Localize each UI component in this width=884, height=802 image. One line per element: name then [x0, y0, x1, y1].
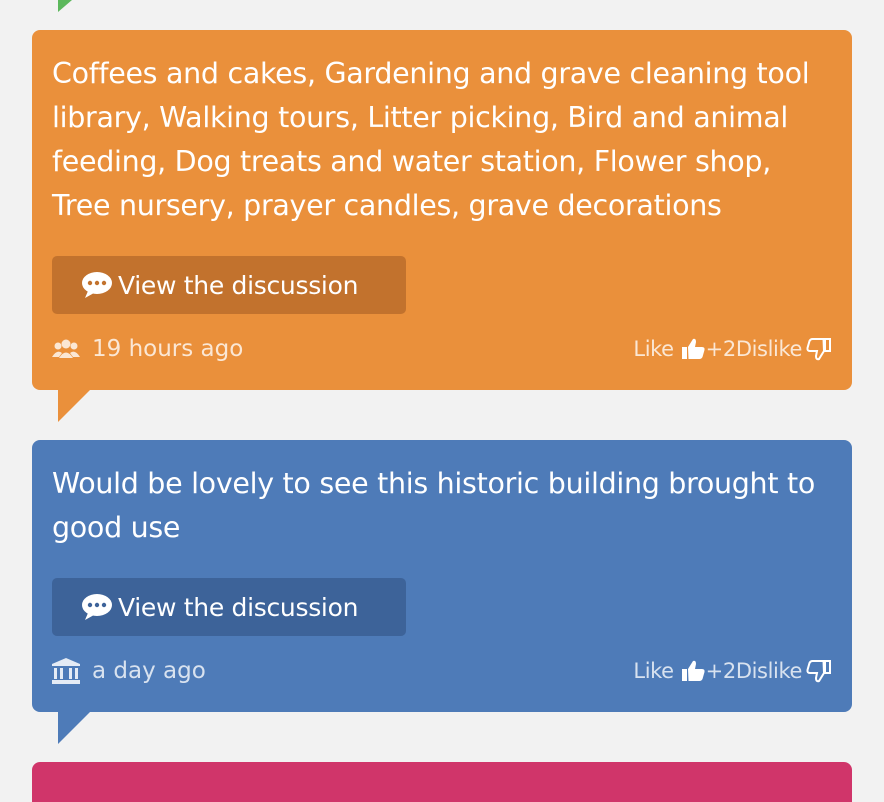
like-label: Like: [633, 659, 674, 683]
comment-meta: a day ago Like +2 Dislike: [52, 658, 832, 684]
comment-meta: 19 hours ago Like +2 Dislike: [52, 336, 832, 362]
timestamp: a day ago: [92, 658, 206, 684]
like-label: Like: [633, 337, 674, 361]
thumbs-up-icon: [681, 338, 705, 359]
vote-score: +2: [705, 337, 737, 361]
card-tail: [58, 390, 90, 422]
dislike-button[interactable]: Dislike: [736, 337, 832, 361]
dislike-label: Dislike: [735, 659, 803, 683]
timestamp: 19 hours ago: [92, 336, 244, 362]
thumbs-down-icon: [806, 338, 831, 361]
thumbs-up-icon: [681, 660, 705, 681]
dislike-label: Dislike: [735, 337, 803, 361]
previous-card-tail: [58, 0, 72, 12]
vote-score: +2: [705, 659, 737, 683]
comment-text: Coffees and cakes, Gardening and grave c…: [52, 57, 810, 222]
speech-bubble-icon: [82, 272, 112, 298]
view-discussion-button[interactable]: View the discussion: [52, 256, 406, 314]
comment-card: Would be lovely to see this historic bui…: [32, 440, 852, 744]
people-icon: [52, 339, 80, 358]
card-tail: [58, 712, 90, 744]
like-button[interactable]: Like: [633, 659, 705, 683]
comment-card: Coffees and cakes, Gardening and grave c…: [32, 30, 852, 422]
view-discussion-button[interactable]: View the discussion: [52, 578, 406, 636]
comment-text: Would be lovely to see this historic bui…: [52, 467, 815, 544]
building-icon: [52, 658, 80, 684]
dislike-button[interactable]: Dislike: [736, 659, 832, 683]
like-button[interactable]: Like: [633, 337, 705, 361]
thumbs-down-icon: [806, 660, 831, 683]
button-label: View the discussion: [118, 592, 359, 622]
speech-bubble-icon: [82, 594, 112, 620]
comment-card: [32, 762, 852, 802]
button-label: View the discussion: [118, 270, 359, 300]
